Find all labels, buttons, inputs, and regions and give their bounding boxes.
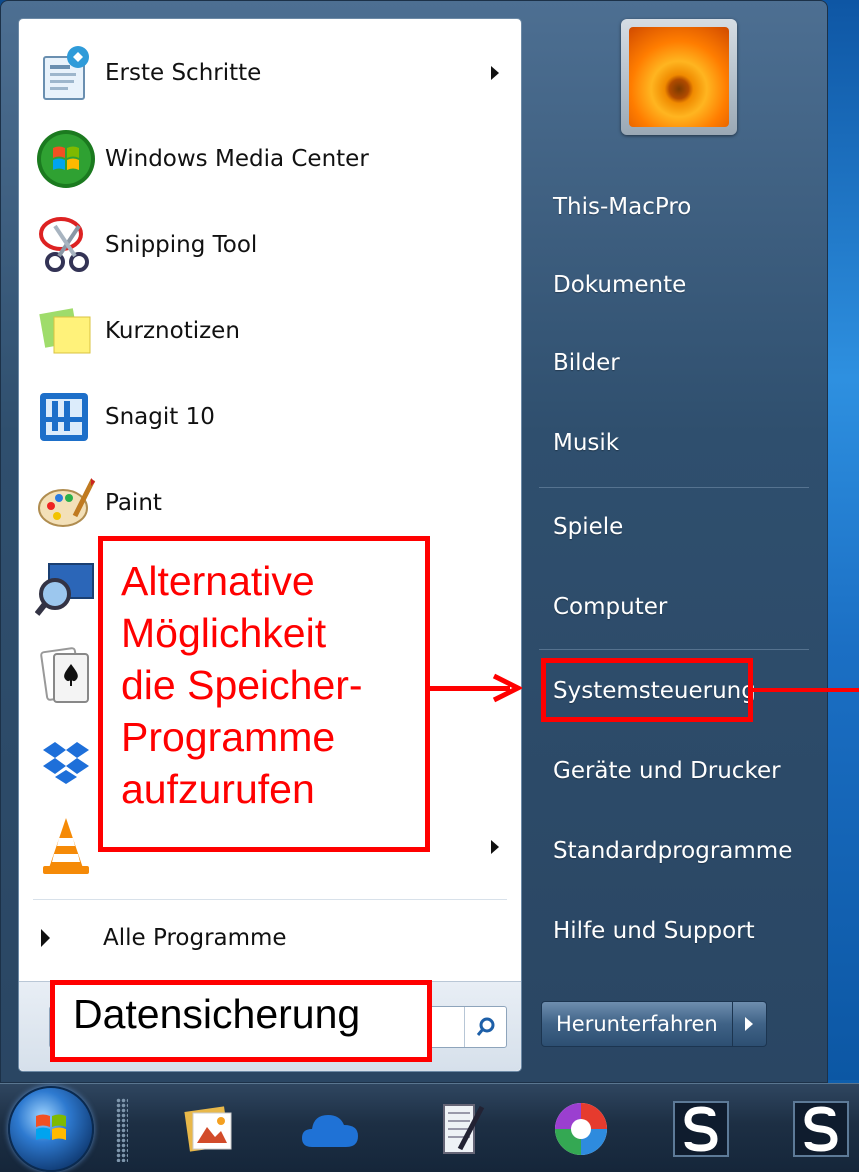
right-item-help-support[interactable]: Hilfe und Support — [553, 911, 823, 951]
right-item-default-programs[interactable]: Standardprogramme — [553, 831, 823, 871]
search-icon — [476, 1017, 494, 1036]
callout-line: Alternative — [121, 558, 315, 604]
notepad-pen-icon[interactable] — [432, 1098, 494, 1160]
taskbar-grip[interactable] — [116, 1098, 128, 1162]
program-item-snipping-tool[interactable]: Snipping Tool — [19, 203, 521, 287]
program-item-windows-media-center[interactable]: Windows Media Center — [19, 117, 521, 201]
program-item-paint[interactable]: Paint — [19, 461, 521, 545]
program-label: Snipping Tool — [105, 232, 258, 258]
highlight-connector-line — [753, 688, 859, 692]
snagit-editor-s-icon[interactable] — [790, 1098, 852, 1160]
program-label: Snagit 10 — [105, 404, 215, 430]
vlc-cone-icon — [33, 814, 99, 880]
callout-text: Alternative Möglichkeit die Speicher- Pr… — [121, 555, 363, 815]
all-programs-arrow-icon — [41, 929, 50, 947]
callout-line: die Speicher- — [121, 662, 363, 708]
shutdown-group: Herunterfahren — [541, 1001, 767, 1047]
search-button[interactable] — [464, 1007, 506, 1047]
dropbox-icon — [33, 728, 99, 794]
callout-box: Alternative Möglichkeit die Speicher- Pr… — [98, 536, 430, 852]
sticky-notes-icon — [33, 298, 99, 364]
user-picture-flower — [629, 27, 729, 127]
program-label: Windows Media Center — [105, 146, 369, 172]
snagit-icon — [33, 384, 99, 450]
program-item-erste-schritte[interactable]: Erste Schritte — [19, 31, 521, 115]
right-item-computer[interactable]: Computer — [553, 587, 823, 627]
snagit-s-icon[interactable] — [670, 1098, 732, 1160]
scissors-icon — [33, 212, 99, 278]
program-label: Kurznotizen — [105, 318, 240, 344]
separator — [33, 899, 507, 900]
callout-line: Programme — [121, 714, 336, 760]
submenu-arrow-icon — [491, 66, 499, 80]
program-label: Erste Schritte — [105, 60, 262, 86]
start-orb-icon[interactable] — [8, 1086, 94, 1172]
callout-arrow-head-icon — [492, 673, 522, 703]
onedrive-cloud-icon[interactable] — [300, 1098, 362, 1160]
callout-line: aufzurufen — [121, 766, 315, 812]
search-annotation-text: Datensicherung — [73, 991, 361, 1037]
search-annotation-box: Datensicherung — [50, 980, 432, 1062]
picasa-icon[interactable] — [550, 1098, 612, 1160]
magnifier-monitor-icon — [33, 556, 99, 622]
start-menu-places-pane: This-MacPro Dokumente Bilder Musik Spiel… — [529, 1, 829, 1084]
program-item-kurznotizen[interactable]: Kurznotizen — [19, 289, 521, 373]
getting-started-icon — [33, 40, 99, 106]
solitaire-cards-icon — [33, 642, 99, 708]
program-label: Paint — [105, 490, 162, 516]
right-item-pictures[interactable]: Bilder — [553, 343, 823, 383]
control-panel-highlight — [541, 658, 753, 722]
right-item-documents[interactable]: Dokumente — [553, 265, 823, 305]
shutdown-options-button[interactable] — [732, 1001, 767, 1047]
photo-gallery-icon[interactable] — [178, 1098, 240, 1160]
submenu-arrow-icon — [491, 840, 499, 854]
program-item-snagit-10[interactable]: Snagit 10 — [19, 375, 521, 459]
chevron-right-icon — [745, 1017, 754, 1031]
all-programs-button[interactable]: Alle Programme — [19, 919, 521, 959]
user-picture[interactable] — [621, 19, 737, 135]
taskbar — [0, 1083, 859, 1172]
right-separator — [539, 487, 809, 488]
right-separator — [539, 649, 809, 650]
paint-palette-icon — [33, 470, 99, 536]
shutdown-button[interactable]: Herunterfahren — [541, 1001, 733, 1047]
right-item-music[interactable]: Musik — [553, 423, 823, 463]
right-item-devices-printers[interactable]: Geräte und Drucker — [553, 751, 823, 791]
windows-media-center-icon — [33, 126, 99, 192]
all-programs-label: Alle Programme — [103, 925, 287, 951]
callout-line: Möglichkeit — [121, 610, 327, 656]
right-item-games[interactable]: Spiele — [553, 507, 823, 547]
right-item-user-folder[interactable]: This-MacPro — [553, 187, 823, 227]
